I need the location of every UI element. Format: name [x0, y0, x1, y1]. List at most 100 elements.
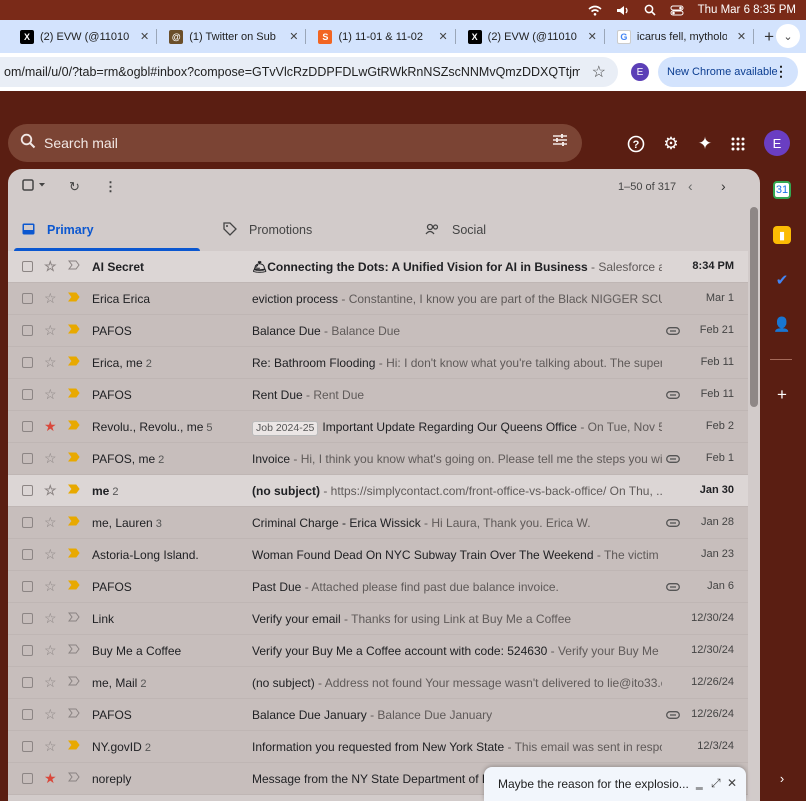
- close-icon[interactable]: ✕: [727, 776, 737, 790]
- older-page-icon[interactable]: ›: [721, 178, 726, 194]
- star-icon[interactable]: ☆: [44, 514, 57, 531]
- google-apps-icon[interactable]: [727, 133, 749, 155]
- browser-tab[interactable]: X (2) EVW (@11010 ✕: [0, 20, 158, 53]
- help-icon[interactable]: ?: [625, 133, 647, 155]
- star-icon[interactable]: ☆: [44, 290, 57, 307]
- email-row[interactable]: ☆ Erica Erica eviction process - Constanti…: [8, 283, 748, 315]
- search-options-icon[interactable]: [552, 133, 568, 152]
- star-icon[interactable]: ☆: [44, 546, 57, 563]
- show-side-panel-chevron-icon[interactable]: ›: [773, 769, 791, 787]
- row-checkbox[interactable]: [22, 773, 33, 784]
- tab-promotions[interactable]: Promotions: [223, 209, 312, 251]
- email-row[interactable]: ☆ PAFOS Balance Due January - Balance Due …: [8, 699, 748, 731]
- more-options-icon[interactable]: ⋮: [104, 179, 117, 195]
- importance-marker-icon[interactable]: [68, 708, 80, 718]
- account-avatar[interactable]: E: [764, 130, 790, 156]
- browser-tab[interactable]: X (2) EVW (@11010 ✕: [456, 20, 605, 53]
- row-checkbox[interactable]: [22, 453, 33, 464]
- star-icon[interactable]: ★: [44, 770, 57, 787]
- row-checkbox[interactable]: [22, 677, 33, 688]
- bookmark-star-icon[interactable]: ☆: [592, 62, 606, 82]
- star-icon[interactable]: ☆: [44, 706, 57, 723]
- email-row[interactable]: ☆ Astoria-Long Island. Woman Found Dead On…: [8, 539, 748, 571]
- row-checkbox[interactable]: [22, 485, 33, 496]
- minimize-icon[interactable]: ‗: [696, 776, 703, 790]
- new-tab-icon[interactable]: +: [764, 27, 774, 47]
- tab-primary[interactable]: Primary: [22, 209, 94, 251]
- address-bar-url[interactable]: om/mail/u/0/?tab=rm&ogbl#inbox?compose=G…: [4, 65, 580, 79]
- select-all-checkbox[interactable]: [22, 179, 46, 194]
- email-row[interactable]: ☆ Erica, me 2 Re: Bathroom Flooding - Hi: I…: [8, 347, 748, 379]
- scrollbar[interactable]: [750, 207, 758, 407]
- settings-gear-icon[interactable]: ⚙: [660, 133, 682, 155]
- importance-marker-icon[interactable]: [68, 292, 80, 302]
- close-tab-icon[interactable]: ✕: [140, 30, 149, 43]
- importance-marker-icon[interactable]: [68, 484, 80, 494]
- importance-marker-icon[interactable]: [68, 740, 80, 750]
- email-row[interactable]: ☆ AI Secret 🛎Connecting the Dots: A Unifie…: [8, 251, 748, 283]
- tab-social[interactable]: Social: [425, 209, 486, 251]
- email-row[interactable]: ☆ PAFOS Past Due - Attached please find pa…: [8, 571, 748, 603]
- importance-marker-icon[interactable]: [68, 676, 80, 686]
- browser-tab[interactable]: S (1) 11-01 & 11-02 ✕: [306, 20, 456, 53]
- row-checkbox[interactable]: [22, 421, 33, 432]
- email-row[interactable]: ☆ me 2 (no subject) - https://simplycontact…: [8, 475, 748, 507]
- star-icon[interactable]: ☆: [44, 482, 57, 499]
- star-icon[interactable]: ☆: [44, 674, 57, 691]
- row-checkbox[interactable]: [22, 581, 33, 592]
- star-icon[interactable]: ☆: [44, 322, 57, 339]
- newer-page-icon[interactable]: ‹: [688, 178, 693, 194]
- tasks-icon[interactable]: ✔: [773, 271, 791, 289]
- star-icon[interactable]: ☆: [44, 354, 57, 371]
- email-row[interactable]: ☆ PAFOS, me 2 Invoice - Hi, I think you kno…: [8, 443, 748, 475]
- volume-icon[interactable]: [616, 5, 630, 16]
- importance-marker-icon[interactable]: [68, 388, 80, 398]
- search-input[interactable]: Search mail: [8, 124, 582, 162]
- browser-tab[interactable]: @ (1) Twitter on Sub ✕: [157, 20, 307, 53]
- email-row[interactable]: ★ Revolu., Revolu., me 5 Job 2024-25 Importa…: [8, 411, 748, 443]
- star-icon[interactable]: ☆: [44, 578, 57, 595]
- importance-marker-icon[interactable]: [68, 324, 80, 334]
- row-checkbox[interactable]: [22, 389, 33, 400]
- compose-window-minimized[interactable]: Maybe the reason for the explosio... ‗ ⤢…: [484, 767, 746, 801]
- importance-marker-icon[interactable]: [68, 772, 80, 782]
- importance-marker-icon[interactable]: [68, 516, 80, 526]
- row-checkbox[interactable]: [22, 357, 33, 368]
- row-checkbox[interactable]: [22, 261, 33, 272]
- importance-marker-icon[interactable]: [68, 612, 80, 622]
- keep-icon[interactable]: ▮: [773, 226, 791, 244]
- address-bar[interactable]: om/mail/u/0/?tab=rm&ogbl#inbox?compose=G…: [0, 57, 618, 87]
- importance-marker-icon[interactable]: [68, 420, 80, 430]
- row-checkbox[interactable]: [22, 709, 33, 720]
- close-tab-icon[interactable]: ✕: [737, 30, 746, 43]
- contacts-icon[interactable]: 👤: [773, 315, 791, 333]
- star-icon[interactable]: ★: [44, 418, 57, 435]
- compose-title[interactable]: Maybe the reason for the explosio...: [498, 777, 688, 791]
- new-chrome-available-button[interactable]: New Chrome available ⋮: [658, 57, 798, 87]
- close-tab-icon[interactable]: ✕: [438, 30, 447, 43]
- expand-icon[interactable]: ⤢: [711, 776, 721, 791]
- star-icon[interactable]: ☆: [44, 610, 57, 627]
- row-checkbox[interactable]: [22, 741, 33, 752]
- importance-marker-icon[interactable]: [68, 580, 80, 590]
- email-label-chip[interactable]: Job 2024-25: [252, 421, 319, 436]
- row-checkbox[interactable]: [22, 613, 33, 624]
- chrome-profile-avatar[interactable]: E: [631, 63, 649, 81]
- row-checkbox[interactable]: [22, 517, 33, 528]
- row-checkbox[interactable]: [22, 645, 33, 656]
- star-icon[interactable]: ☆: [44, 386, 57, 403]
- importance-marker-icon[interactable]: [68, 644, 80, 654]
- star-icon[interactable]: ☆: [44, 738, 57, 755]
- email-row[interactable]: ☆ Buy Me a Coffee Verify your Buy Me a Cof…: [8, 635, 748, 667]
- calendar-icon[interactable]: 31: [773, 181, 791, 199]
- email-row[interactable]: ☆ Link Verify your email - Thanks for usin…: [8, 603, 748, 635]
- search-icon[interactable]: [20, 133, 36, 154]
- importance-marker-icon[interactable]: [68, 260, 80, 270]
- email-row[interactable]: ☆ NY.govID 2 Information you requested from…: [8, 731, 748, 763]
- add-addon-icon[interactable]: +: [773, 385, 791, 404]
- tab-search-chevron-icon[interactable]: ⌄: [776, 24, 800, 48]
- browser-tab[interactable]: G icarus fell, mytholo ✕: [605, 20, 755, 53]
- star-icon[interactable]: ☆: [44, 258, 57, 275]
- email-row[interactable]: ☆ PAFOS Rent Due - Rent Due Feb 11: [8, 379, 748, 411]
- importance-marker-icon[interactable]: [68, 452, 80, 462]
